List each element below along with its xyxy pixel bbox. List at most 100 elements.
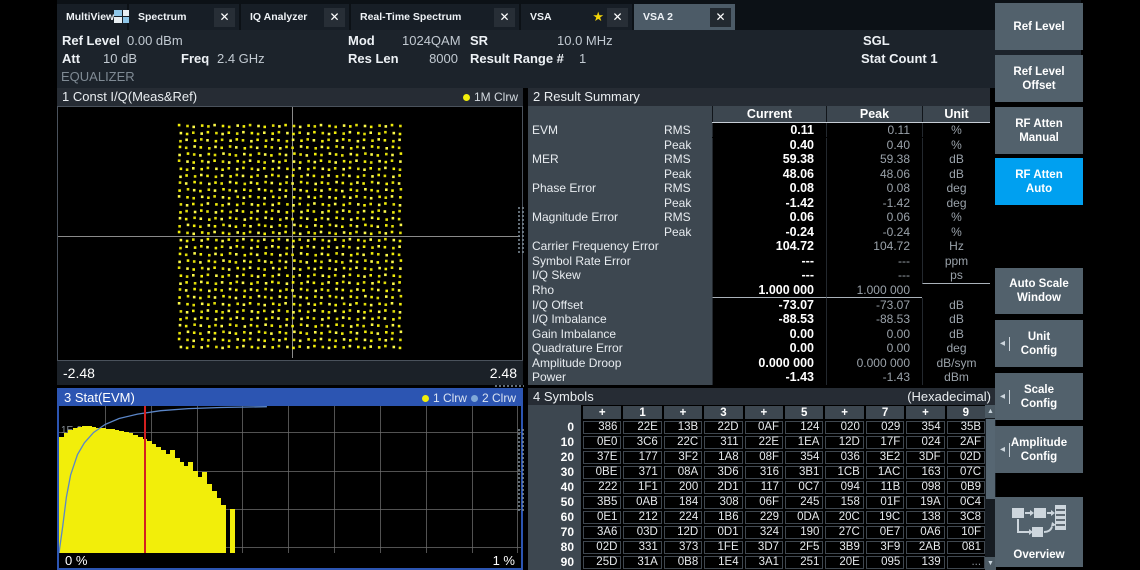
result-name: Quadrature Error <box>532 341 662 355</box>
symbol-value-cell: 3B9 <box>825 541 863 554</box>
symbol-value-cell: 11B <box>866 481 904 494</box>
symbol-value-cell: 25D <box>583 556 621 569</box>
tab-close-icon[interactable]: ✕ <box>710 8 731 27</box>
symbols-row-label: 90 <box>528 555 581 570</box>
submenu-arrow-icon: ◂ <box>1000 337 1005 351</box>
tab-bar: MultiView Spectrum✕IQ Analyzer✕Real-Time … <box>57 0 1081 30</box>
softkey-overview[interactable]: Overview <box>995 497 1083 567</box>
equalizer-label: EQUALIZER <box>61 68 135 86</box>
softkey-ref-level[interactable]: Ref Level <box>995 3 1083 50</box>
symbol-value-cell: 08F <box>745 451 783 464</box>
symbols-row-label: 10 <box>528 435 581 450</box>
result-current-value: 0.00 <box>712 341 826 356</box>
symbol-value-cell: 0AB <box>623 496 661 509</box>
softkey-unit-config[interactable]: ◂UnitConfig <box>995 320 1083 367</box>
symbols-panel-title[interactable]: 4 Symbols (Hexadecimal) <box>528 388 996 405</box>
result-peak-value: -88.53 <box>826 312 922 326</box>
evm-x-axis: 0 % 1 % <box>59 553 521 568</box>
symbol-value-cell: 01F <box>866 496 904 509</box>
symbol-value-cell: 02D <box>947 451 985 464</box>
symbol-value-cell: 3D6 <box>704 466 742 479</box>
result-summary-title[interactable]: 2 Result Summary <box>528 88 990 106</box>
symbol-value-cell: 224 <box>664 511 702 524</box>
symbol-value-cell: 0A6 <box>906 526 944 539</box>
symbol-value-cell: 03D <box>623 526 661 539</box>
att-label: Att <box>62 50 80 68</box>
result-current-value: -1.42 <box>712 196 826 210</box>
symbol-value-cell: 12D <box>664 526 702 539</box>
symbol-value-cell: 1CB <box>825 466 863 479</box>
result-current-value: -73.07 <box>712 298 826 312</box>
tab-real-time-spectrum[interactable]: Real-Time Spectrum✕ <box>351 4 519 30</box>
symbol-value-cell: 3E2 <box>866 451 904 464</box>
symbol-value-cell: 190 <box>785 526 823 539</box>
freq-label: Freq <box>181 50 209 68</box>
tab-label: Real-Time Spectrum <box>351 11 494 23</box>
tab-label: MultiView <box>57 11 114 23</box>
symbols-table: +1+3+5+7+9038622E13B22D0AF12402002935435… <box>528 405 985 570</box>
symbol-value-cell: 354 <box>785 451 823 464</box>
symbols-column-header: + <box>664 406 702 419</box>
result-unit: Hz <box>922 239 990 253</box>
vertical-splitter-handle[interactable] <box>517 206 525 254</box>
tab-label: VSA 2 <box>634 11 710 23</box>
tab-vsa-2[interactable]: VSA 2✕ <box>634 4 735 30</box>
evm-histogram-plot: 1E-01 95%: 0.19 % <box>59 406 521 553</box>
softkey-auto-scale-window[interactable]: Auto ScaleWindow <box>995 268 1083 314</box>
tab-label: VSA <box>521 11 592 23</box>
tab-close-icon[interactable]: ✕ <box>607 8 628 27</box>
result-name: Rho <box>532 283 662 297</box>
tab-multiview[interactable]: MultiView <box>57 4 127 30</box>
tab-spectrum[interactable]: Spectrum✕ <box>129 4 239 30</box>
result-subname: Peak <box>664 196 710 210</box>
softkey-amplitude-config[interactable]: ◂AmplitudeConfig <box>995 426 1083 473</box>
tab-iq-analyzer[interactable]: IQ Analyzer✕ <box>241 4 349 30</box>
result-current-value: -0.24 <box>712 225 826 240</box>
constellation-panel-title[interactable]: 1 Const I/Q(Meas&Ref) 1M Clrw <box>57 88 523 106</box>
symbol-value-cell: 22D <box>704 421 742 434</box>
scrollbar-thumb[interactable] <box>986 419 995 499</box>
symbol-value-cell: 311 <box>704 436 742 449</box>
constellation-plot <box>57 106 523 361</box>
symbol-value-cell: 124 <box>785 421 823 434</box>
symbol-value-cell: 31A <box>623 556 661 569</box>
softkey-label: Window <box>1017 291 1061 305</box>
softkey-scale-config[interactable]: ◂ScaleConfig <box>995 373 1083 420</box>
tab-close-icon[interactable]: ✕ <box>324 8 345 27</box>
result-row: Symbol Rate Error------ppm <box>528 254 990 269</box>
symbol-value-cell: 1B6 <box>704 511 742 524</box>
tab-vsa[interactable]: VSA★✕ <box>521 4 632 30</box>
result-peak-value: -1.43 <box>826 370 922 384</box>
softkey-rf-atten-manual[interactable]: RF AttenManual <box>995 107 1083 154</box>
softkey-ref-level-offset[interactable]: Ref LevelOffset <box>995 55 1083 102</box>
mod-label: Mod <box>348 32 375 50</box>
symbol-value-cell: 1F1 <box>623 481 661 494</box>
symbol-value-cell: 036 <box>825 451 863 464</box>
horizontal-splitter-handle[interactable] <box>494 384 524 389</box>
symbol-value-cell: 1FE <box>704 541 742 554</box>
result-row: Gain Imbalance0.000.00dB <box>528 327 990 342</box>
softkey-label: Config <box>1021 450 1057 464</box>
result-subname: Peak <box>664 225 710 239</box>
result-name: I/Q Skew <box>532 268 662 282</box>
tab-close-icon[interactable]: ✕ <box>214 8 235 27</box>
symbol-value-cell: 17F <box>866 436 904 449</box>
softkey-rf-atten-auto[interactable]: RF AttenAuto <box>995 158 1083 205</box>
stat-evm-title[interactable]: 3 Stat(EVM) 1 Clrw 2 Clrw <box>59 390 521 406</box>
vertical-splitter-handle[interactable] <box>517 428 525 512</box>
result-summary-panel: 2 Result Summary Current Peak Unit EVMRM… <box>528 88 990 385</box>
symbol-value-cell: 177 <box>623 451 661 464</box>
symbols-row: 9025D31A0B81E43A125120E095139... <box>528 555 985 570</box>
symbol-value-cell: ... <box>947 556 985 569</box>
symbols-mode-label: (Hexadecimal) <box>907 388 991 405</box>
result-summary-table: EVMRMS0.110.11%Peak0.400.40%MERRMS59.385… <box>528 123 990 385</box>
tab-close-icon[interactable]: ✕ <box>494 8 515 27</box>
symbol-value-cell: 0B9 <box>947 481 985 494</box>
softkey-label: RF Atten <box>1015 168 1062 182</box>
ref-level-value: 0.00 dBm <box>127 32 183 50</box>
constellation-diagram <box>58 107 520 358</box>
result-unit: dBm <box>922 370 990 384</box>
symbol-value-cell: 117 <box>745 481 783 494</box>
constellation-x-axis: -2.48 2.48 <box>57 361 523 385</box>
col-header-peak: Peak <box>826 106 922 123</box>
